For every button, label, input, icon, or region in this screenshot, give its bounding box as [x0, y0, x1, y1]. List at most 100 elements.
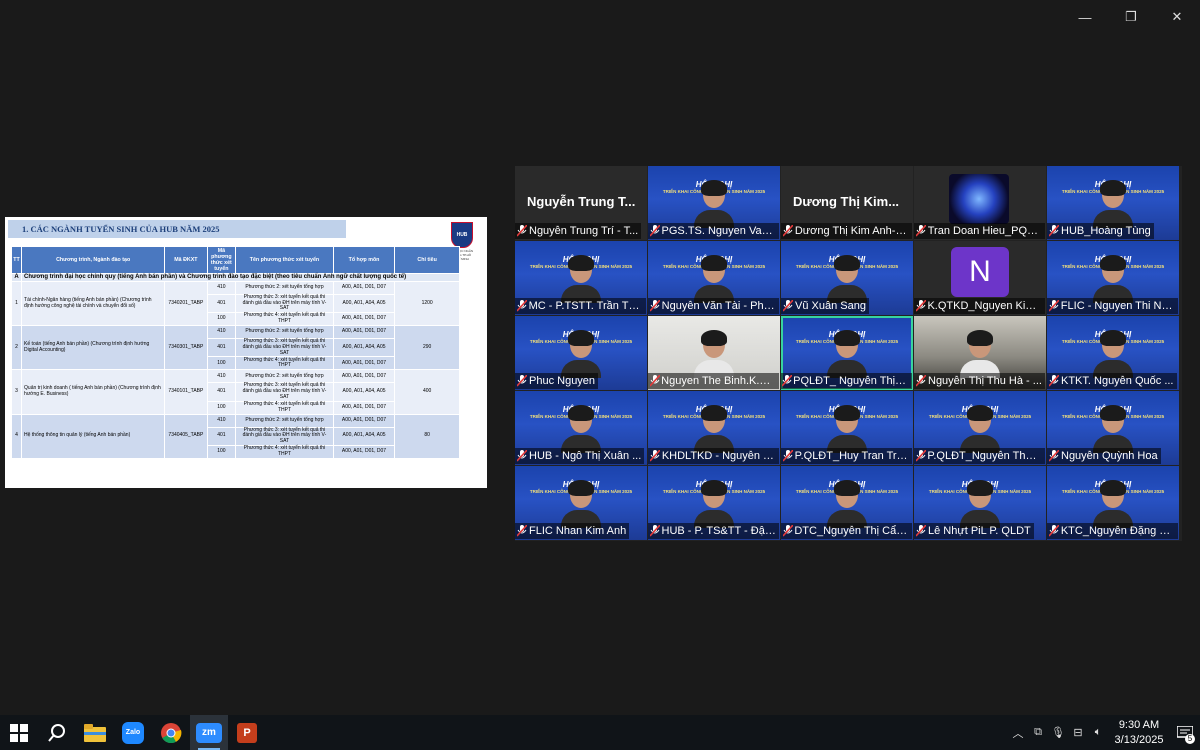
section-title: Chương trình đại học chính quy (tiếng An…: [21, 273, 460, 282]
participant-tile[interactable]: HỘI NGHỊTRIỂN KHAI CÔNG TÁC TUYỂN SINH N…: [648, 466, 780, 540]
mic-muted-icon: [1047, 223, 1061, 239]
volume-icon[interactable]: 🔈︎: [1088, 715, 1108, 750]
participant-tile[interactable]: HỘI NGHỊTRIỂN KHAI CÔNG TÁC TUYỂN SINH N…: [1047, 316, 1179, 390]
admission-table: TT Chương trình, Ngành đào tạo Mã ĐKXT M…: [10, 246, 460, 459]
slide-title: 1. CÁC NGÀNH TUYỂN SINH CỦA HUB NĂM 2025: [8, 220, 346, 238]
chrome-icon: [161, 722, 182, 743]
method-code: 100: [206, 312, 237, 327]
participant-name: P.QLĐT_Nguyễn Than...: [927, 450, 1042, 462]
participant-name: DTC_Nguyễn Thị Cẩm...: [794, 525, 909, 537]
method-name: Phương thức 2: xét tuyển tổng hợp: [235, 369, 334, 384]
participant-name: Nguyễn Thị Thu Hà - ...: [928, 375, 1042, 387]
participant-tile[interactable]: HỘI NGHỊTRIỂN KHAI CÔNG TÁC TUYỂN SINH N…: [914, 466, 1046, 540]
notification-button[interactable]: 5: [1170, 715, 1200, 750]
participant-video: [827, 330, 867, 378]
participant-tile[interactable]: Nguyễn Thị Thu Hà - ...: [914, 316, 1046, 390]
network-icon[interactable]: ⊟: [1068, 715, 1088, 750]
participant-nameplate: Vũ Xuân Sang: [781, 298, 869, 314]
participant-video: [827, 255, 867, 303]
program-code: 7340101_TABP: [164, 369, 208, 415]
subject-combo: A00, A01, A04, A05: [332, 293, 396, 314]
zoom-button[interactable]: zm: [190, 715, 228, 750]
header-cell: Tên phương thức xét tuyển: [235, 246, 334, 274]
participant-tile[interactable]: HỘI NGHỊTRIỂN KHAI CÔNG TÁC TUYỂN SINH N…: [515, 466, 647, 540]
participant-name: FLIC - Nguyen Thi Ng...: [1060, 300, 1175, 312]
system-tray: ︿ ⧉ 🎙︎ ⊟ 🔈︎ 9:30 AM 3/13/2025 5: [1008, 715, 1200, 750]
participant-tile[interactable]: HỘI NGHỊTRIỂN KHAI CÔNG TÁC TUYỂN SINH N…: [914, 391, 1046, 465]
participant-nameplate: MC - P.TSTT. Trần Thị...: [515, 298, 646, 314]
participant-tile[interactable]: Tran Doan Hieu_PQC...: [914, 166, 1046, 240]
participant-tile[interactable]: HỘI NGHỊTRIỂN KHAI CÔNG TÁC TUYỂN SINH N…: [1047, 466, 1179, 540]
participant-tile[interactable]: HỘI NGHỊTRIỂN KHAI CÔNG TÁC TUYỂN SINH N…: [648, 391, 780, 465]
mic-muted-icon: [781, 448, 795, 464]
method-code: 410: [206, 280, 237, 295]
program-code: 7340405_TABP: [164, 413, 208, 459]
participant-nameplate: Nguyễn Thị Thu Hà - ...: [914, 373, 1045, 389]
search-button[interactable]: [38, 715, 76, 750]
meet-now-icon[interactable]: ⧉: [1028, 715, 1048, 750]
participant-tile[interactable]: HỘI NGHỊTRIỂN KHAI CÔNG TÁC TUYỂN SINH N…: [648, 166, 780, 240]
windows-icon: [10, 723, 28, 742]
program-quota: 400: [394, 369, 460, 415]
table-header-row: TT Chương trình, Ngành đào tạo Mã ĐKXT M…: [10, 246, 460, 274]
notification-count: 5: [1185, 734, 1195, 744]
participant-tile[interactable]: Dương Thị Kim... Dương Thị Kim Anh-k...: [781, 166, 913, 240]
file-explorer-button[interactable]: [76, 715, 114, 750]
participant-display-name: Nguyễn Trung T...: [527, 194, 636, 209]
mic-muted-icon: [1047, 448, 1061, 464]
taskbar: Zalo zm P ︿ ⧉ 🎙︎ ⊟ 🔈︎ 9:30 AM 3/13/2025 …: [0, 715, 1200, 750]
header-cell: Mã ĐKXT: [164, 246, 208, 274]
participant-tile[interactable]: N K.QTKD_Nguyen Kim ...: [914, 241, 1046, 315]
participant-video: [960, 480, 1000, 528]
header-cell: Mã phương thức xét tuyển: [206, 246, 237, 274]
participant-nameplate: DTC_Nguyễn Thị Cẩm...: [781, 523, 912, 539]
mic-muted-icon: [515, 448, 529, 464]
show-hidden-icons-button[interactable]: ︿: [1008, 715, 1028, 750]
participant-name: Nguyen The Binh.K.TC...: [661, 375, 776, 387]
mic-muted-icon: [515, 298, 529, 314]
subject-combo: A00, A01, A04, A05: [332, 338, 396, 358]
participant-nameplate: HUB - P. TS&TT - Đậu...: [648, 523, 779, 539]
participant-tile[interactable]: HỘI NGHỊTRIỂN KHAI CÔNG TÁC TUYỂN SINH N…: [781, 316, 913, 390]
participant-tile[interactable]: Nguyễn Trung T... Nguyễn Trung Trí - T...: [515, 166, 647, 240]
participant-nameplate: Nguyễn Quỳnh Hoa: [1047, 448, 1161, 464]
participant-tile[interactable]: HỘI NGHỊTRIỂN KHAI CÔNG TÁC TUYỂN SINH N…: [1047, 391, 1179, 465]
participant-tile[interactable]: HỘI NGHỊTRIỂN KHAI CÔNG TÁC TUYỂN SINH N…: [515, 241, 647, 315]
mic-muted-icon: [781, 223, 795, 239]
program-quota: 290: [394, 325, 460, 371]
start-button[interactable]: [0, 715, 38, 750]
chrome-button[interactable]: [152, 715, 190, 750]
table-row: 2 Kế toán (tiếng Anh bán phần) (Chương tr…: [10, 325, 460, 371]
subject-combo: A00, A01, D01, D07: [332, 444, 396, 459]
participant-video: [1093, 180, 1133, 228]
participant-tile[interactable]: HỘI NGHỊTRIỂN KHAI CÔNG TÁC TUYỂN SINH N…: [1047, 166, 1179, 240]
zalo-button[interactable]: Zalo: [114, 715, 152, 750]
participant-name: P.QLĐT_Huy Tran Tro...: [794, 450, 909, 462]
participant-nameplate: P.QLĐT_Nguyễn Than...: [914, 448, 1045, 464]
participant-video: [694, 180, 734, 228]
participant-tile[interactable]: HỘI NGHỊTRIỂN KHAI CÔNG TÁC TUYỂN SINH N…: [648, 241, 780, 315]
taskbar-clock[interactable]: 9:30 AM 3/13/2025: [1108, 718, 1170, 748]
powerpoint-button[interactable]: P: [228, 715, 266, 750]
method-name: Phương thức 2: xét tuyển tổng hợp: [235, 413, 334, 428]
participant-tile[interactable]: HỘI NGHỊTRIỂN KHAI CÔNG TÁC TUYỂN SINH N…: [781, 466, 913, 540]
participant-name: HUB_Hoàng Tùng: [1061, 225, 1151, 237]
participant-name: Lê Nhựt PiL P. QLDT: [928, 525, 1031, 537]
mic-muted-icon: [914, 373, 928, 389]
minimize-button[interactable]: —: [1062, 6, 1108, 28]
participant-video: [1093, 255, 1133, 303]
participant-tile[interactable]: HỘI NGHỊTRIỂN KHAI CÔNG TÁC TUYỂN SINH N…: [781, 391, 913, 465]
close-button[interactable]: ✕: [1154, 6, 1200, 28]
mic-muted-icon: [914, 298, 927, 314]
mic-muted-icon: [914, 223, 928, 239]
microphone-icon[interactable]: 🎙︎: [1048, 715, 1068, 750]
participant-tile[interactable]: Nguyen The Binh.K.TC...: [648, 316, 780, 390]
participant-tile[interactable]: HỘI NGHỊTRIỂN KHAI CÔNG TÁC TUYỂN SINH N…: [515, 316, 647, 390]
participant-tile[interactable]: HỘI NGHỊTRIỂN KHAI CÔNG TÁC TUYỂN SINH N…: [1047, 241, 1179, 315]
mic-muted-icon: [648, 448, 662, 464]
zalo-icon: Zalo: [122, 721, 144, 744]
participant-tile[interactable]: HỘI NGHỊTRIỂN KHAI CÔNG TÁC TUYỂN SINH N…: [781, 241, 913, 315]
restore-button[interactable]: ❐: [1108, 6, 1154, 28]
participant-tile[interactable]: HỘI NGHỊTRIỂN KHAI CÔNG TÁC TUYỂN SINH N…: [515, 391, 647, 465]
hub-logo-shield: HUB: [451, 222, 473, 248]
